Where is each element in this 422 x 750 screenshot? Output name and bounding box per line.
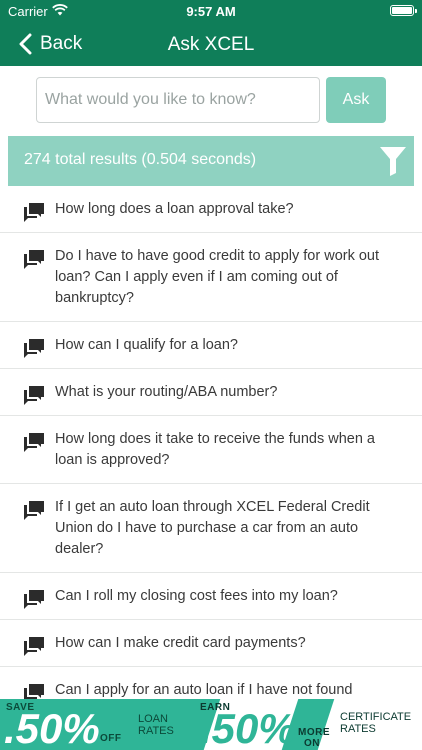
banner-loan-label-2: RATES: [138, 725, 174, 737]
filter-icon[interactable]: [380, 146, 406, 176]
chat-bubble-icon: [24, 386, 44, 405]
question-text: Can I apply for an auto loan if I have n…: [55, 682, 353, 698]
banner-certificate-label-2: RATES: [340, 723, 376, 735]
search-input[interactable]: [36, 77, 320, 123]
question-list: How long does a loan approval take? Do I …: [0, 186, 422, 714]
promo-banner[interactable]: SAVE .50% OFF LOAN RATES EARN .50% MORE …: [0, 699, 422, 750]
banner-off-label: OFF: [100, 733, 122, 744]
chat-bubble-icon: [24, 250, 44, 269]
header: Carrier 9:57 AM Back Ask XCEL: [0, 0, 422, 66]
search-area: Ask: [0, 66, 422, 136]
question-text: Do I have to have good credit to apply f…: [55, 248, 380, 306]
question-text: If I get an auto loan through XCEL Feder…: [55, 499, 370, 557]
question-text: How long does a loan approval take?: [55, 201, 294, 217]
chat-bubble-icon: [24, 637, 44, 656]
question-item[interactable]: How long does a loan approval take?: [0, 186, 422, 233]
question-item[interactable]: How long does it take to receive the fun…: [0, 416, 422, 484]
chat-bubble-icon: [24, 590, 44, 609]
chat-bubble-icon: [24, 203, 44, 222]
question-item[interactable]: What is your routing/ABA number?: [0, 369, 422, 416]
page-title: Ask XCEL: [167, 34, 255, 55]
question-item[interactable]: If I get an auto loan through XCEL Feder…: [0, 484, 422, 573]
ask-button[interactable]: Ask: [326, 77, 386, 123]
banner-loan-label-1: LOAN: [138, 713, 168, 725]
question-item[interactable]: How can I make credit card payments?: [0, 620, 422, 667]
banner-loan-rate: .50%: [4, 705, 100, 750]
status-time: 9:57 AM: [186, 4, 236, 19]
chat-bubble-icon: [24, 433, 44, 452]
ask-xcel-screen: Carrier 9:57 AM Back Ask XCEL Ask 274 to…: [0, 0, 422, 750]
results-summary-bar: 274 total results (0.504 seconds): [8, 136, 414, 186]
chat-bubble-icon: [24, 339, 44, 358]
battery-icon: [390, 5, 417, 16]
banner-on-label: ON: [304, 738, 320, 749]
results-summary: 274 total results (0.504 seconds): [24, 151, 257, 168]
question-text: Can I roll my closing cost fees into my …: [55, 588, 338, 604]
question-text: How can I make credit card payments?: [55, 635, 306, 651]
banner-more-label: MORE: [298, 727, 330, 738]
question-item[interactable]: Can I roll my closing cost fees into my …: [0, 573, 422, 620]
nav-bar: Back Ask XCEL: [0, 22, 422, 66]
status-bar: Carrier 9:57 AM: [0, 0, 422, 22]
question-item[interactable]: Do I have to have good credit to apply f…: [0, 233, 422, 322]
question-text: How long does it take to receive the fun…: [55, 431, 375, 468]
question-item[interactable]: How can I qualify for a loan?: [0, 322, 422, 369]
chat-bubble-icon: [24, 501, 44, 520]
question-text: What is your routing/ABA number?: [55, 384, 278, 400]
banner-certificate-rate: .50%: [200, 705, 296, 750]
banner-certificate-label-1: CERTIFICATE: [340, 711, 412, 723]
question-text: How can I qualify for a loan?: [55, 337, 238, 353]
